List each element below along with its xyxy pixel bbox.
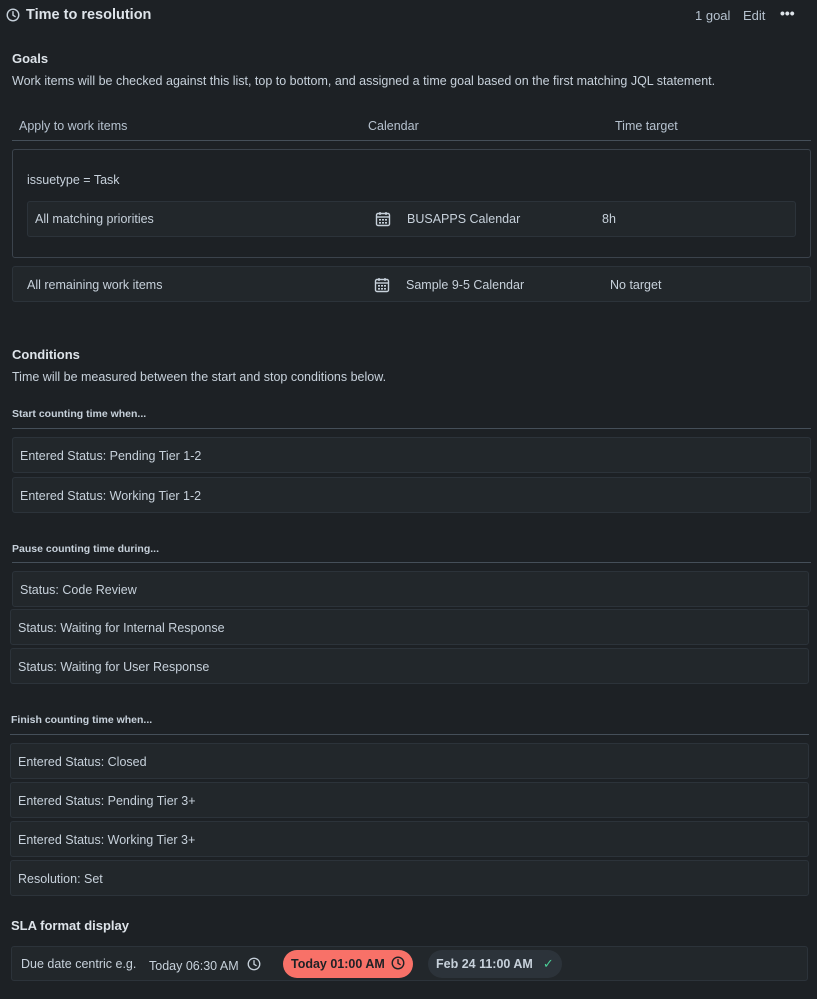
- column-time-target: Time target: [615, 119, 678, 133]
- sla-breached-text: Today 01:00 AM: [291, 957, 385, 971]
- sla-example-row: Due date centric e.g. Today 06:30 AM Tod…: [11, 946, 808, 981]
- remaining-calendar: Sample 9-5 Calendar: [406, 278, 525, 292]
- more-options-button[interactable]: •••: [780, 5, 795, 21]
- condition-row: Status: Waiting for Internal Response: [10, 609, 809, 645]
- goal-apply: All matching priorities: [35, 212, 154, 226]
- condition-row: Entered Status: Working Tier 1-2: [12, 477, 811, 513]
- sla-example-label: Due date centric e.g.: [21, 957, 137, 971]
- edit-button[interactable]: Edit: [743, 8, 765, 23]
- clock-icon: [247, 957, 261, 974]
- condition-row: Status: Waiting for User Response: [10, 648, 809, 684]
- start-condition-title: Start counting time when...: [12, 408, 147, 420]
- jql-label: issuetype = Task: [27, 173, 120, 187]
- start-divider: [12, 428, 811, 429]
- condition-label: Entered Status: Pending Tier 3+: [18, 794, 196, 808]
- remaining-row[interactable]: All remaining work items Sample 9-5 Cale…: [12, 266, 811, 302]
- sla-met-lozenge: Feb 24 11:00 AM ✓: [428, 950, 562, 978]
- calendar-icon: [375, 211, 391, 227]
- page-title: Time to resolution: [26, 7, 152, 23]
- sla-normal-text: Today 06:30 AM: [149, 958, 239, 973]
- clock-icon: [6, 8, 20, 22]
- pause-divider: [12, 562, 811, 563]
- condition-row: Entered Status: Pending Tier 1-2: [12, 437, 811, 473]
- condition-row: Status: Code Review: [12, 571, 809, 607]
- conditions-title: Conditions: [12, 347, 80, 362]
- condition-row: Entered Status: Closed: [10, 743, 809, 779]
- sla-met-text: Feb 24 11:00 AM: [436, 957, 533, 971]
- sla-normal-example: Today 06:30 AM: [149, 957, 261, 974]
- conditions-description: Time will be measured between the start …: [12, 370, 387, 384]
- clock-icon: [391, 956, 405, 973]
- condition-label: Status: Waiting for Internal Response: [18, 621, 225, 635]
- condition-label: Entered Status: Pending Tier 1-2: [20, 449, 202, 463]
- condition-label: Entered Status: Working Tier 1-2: [20, 489, 202, 503]
- goals-title: Goals: [12, 51, 49, 66]
- goal-group: issuetype = Task All matching priorities…: [12, 149, 811, 258]
- column-calendar: Calendar: [368, 119, 419, 133]
- condition-label: Entered Status: Closed: [18, 755, 147, 769]
- condition-label: Status: Waiting for User Response: [18, 660, 210, 674]
- sla-breached-lozenge: Today 01:00 AM: [283, 950, 413, 978]
- remaining-target: No target: [610, 278, 662, 292]
- condition-row: Entered Status: Pending Tier 3+: [10, 782, 809, 818]
- condition-label: Resolution: Set: [18, 872, 103, 886]
- calendar-icon: [374, 277, 390, 293]
- finish-divider: [10, 734, 809, 735]
- condition-label: Entered Status: Working Tier 3+: [18, 833, 196, 847]
- goal-count: 1 goal: [695, 8, 731, 23]
- header-divider: [12, 140, 811, 141]
- goal-row[interactable]: All matching priorities BUSAPPS Calendar…: [27, 201, 796, 237]
- condition-label: Status: Code Review: [20, 583, 137, 597]
- goals-description: Work items will be checked against this …: [12, 74, 716, 88]
- pause-condition-title: Pause counting time during...: [12, 543, 160, 555]
- finish-condition-title: Finish counting time when...: [11, 714, 153, 726]
- goal-calendar: BUSAPPS Calendar: [407, 212, 521, 226]
- checkmark-icon: ✓: [542, 956, 554, 971]
- column-apply: Apply to work items: [19, 119, 128, 133]
- sla-format-title: SLA format display: [11, 918, 129, 933]
- condition-row: Entered Status: Working Tier 3+: [10, 821, 809, 857]
- goal-target: 8h: [602, 212, 616, 226]
- condition-row: Resolution: Set: [10, 860, 809, 896]
- remaining-apply: All remaining work items: [27, 278, 163, 292]
